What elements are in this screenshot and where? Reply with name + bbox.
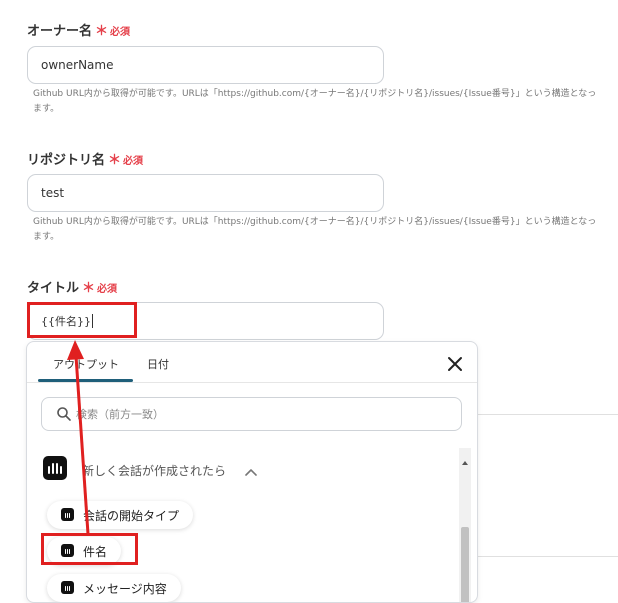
annotation-arrow (67, 340, 90, 535)
